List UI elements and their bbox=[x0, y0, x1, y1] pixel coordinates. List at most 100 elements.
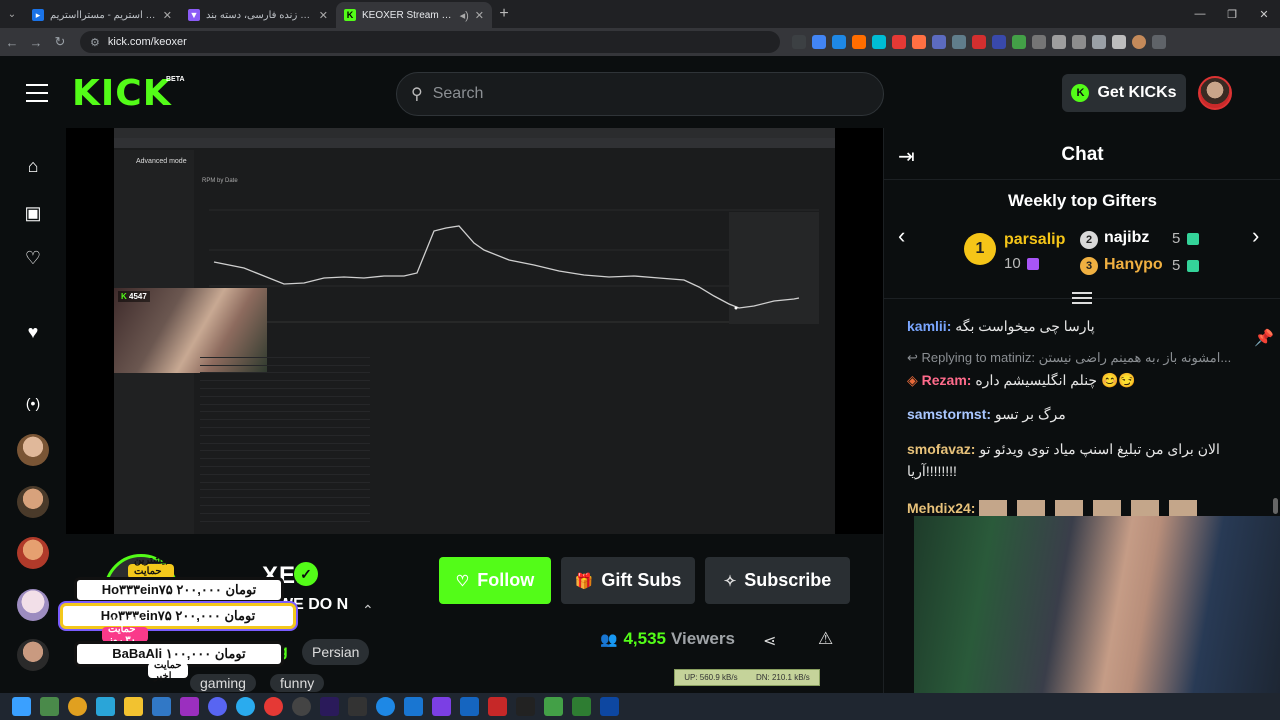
chat-username[interactable]: samstormst: bbox=[907, 406, 991, 422]
browser-tab[interactable]: ▸ سرویس ری استریم - مسترااستریم ✕ bbox=[24, 2, 180, 28]
extension-icon[interactable] bbox=[1012, 35, 1026, 49]
search-bar[interactable]: ⚲ bbox=[396, 72, 884, 116]
taskbar-app-icon[interactable] bbox=[96, 697, 115, 716]
extension-icon[interactable] bbox=[892, 35, 906, 49]
user-avatar[interactable] bbox=[1198, 76, 1232, 110]
close-window-icon[interactable]: ✕ bbox=[1248, 0, 1280, 28]
resize-handle-icon[interactable] bbox=[1072, 292, 1092, 307]
follow-button[interactable]: ♡ Follow bbox=[439, 557, 551, 604]
taskbar-app-icon[interactable] bbox=[180, 697, 199, 716]
chat-username[interactable]: smofavaz: bbox=[907, 441, 975, 457]
reload-icon[interactable]: ↻ bbox=[48, 34, 72, 50]
taskbar-app-icon[interactable] bbox=[544, 697, 563, 716]
taskbar-app-icon[interactable] bbox=[460, 697, 479, 716]
url-input[interactable]: ⚙ kick.com/keoxer bbox=[80, 31, 780, 53]
video-player[interactable]: Advanced mode RPM by Date K 4547 bbox=[66, 128, 883, 534]
tag-chip[interactable]: Persian bbox=[302, 639, 370, 665]
share-icon[interactable]: ⋖ bbox=[763, 631, 776, 651]
speaker-icon[interactable]: ◂) bbox=[460, 9, 469, 22]
chat-username[interactable]: kamlii: bbox=[907, 318, 951, 334]
extension-icon[interactable] bbox=[1112, 35, 1126, 49]
following-icon[interactable]: ♡ bbox=[22, 247, 44, 269]
chat-scrollbar[interactable] bbox=[1273, 498, 1278, 514]
home-icon[interactable]: ⌂ bbox=[22, 155, 44, 177]
subscribe-label: Subscribe bbox=[744, 570, 832, 590]
stream-video-frame[interactable]: Advanced mode RPM by Date K 4547 bbox=[114, 128, 835, 534]
get-kicks-label: Get KICKs bbox=[1097, 84, 1177, 101]
favorite-icon[interactable]: ♥ bbox=[22, 321, 44, 343]
extension-icon[interactable] bbox=[952, 35, 966, 49]
chevron-right-icon[interactable]: › bbox=[1252, 223, 1259, 249]
chat-username[interactable]: Mehdix24: bbox=[907, 500, 975, 516]
live-icon[interactable]: (•) bbox=[22, 392, 44, 414]
extension-icon[interactable] bbox=[812, 35, 826, 49]
taskbar-app-icon[interactable] bbox=[40, 697, 59, 716]
extension-icon[interactable] bbox=[792, 35, 806, 49]
gift-subs-button[interactable]: 🎁 Gift Subs bbox=[561, 557, 695, 604]
extension-icon[interactable] bbox=[932, 35, 946, 49]
extension-icon[interactable] bbox=[972, 35, 986, 49]
taskbar-app-icon[interactable] bbox=[488, 697, 507, 716]
browser-tab[interactable]: ▼ استریم های زنده فارسی، دسته بند ✕ bbox=[180, 2, 336, 28]
chat-username[interactable]: Rezam: bbox=[922, 372, 972, 388]
taskbar-app-icon[interactable] bbox=[404, 697, 423, 716]
channel-avatar[interactable] bbox=[17, 486, 49, 518]
extension-icon[interactable] bbox=[1052, 35, 1066, 49]
get-kicks-button[interactable]: K Get KICKs bbox=[1062, 74, 1186, 112]
close-icon[interactable]: ✕ bbox=[319, 9, 328, 22]
menu-icon[interactable] bbox=[1152, 35, 1166, 49]
extension-icon[interactable] bbox=[832, 35, 846, 49]
extension-icon[interactable] bbox=[912, 35, 926, 49]
chrome-icon[interactable] bbox=[68, 697, 87, 716]
taskbar-app-icon[interactable] bbox=[152, 697, 171, 716]
tab-search-icon[interactable]: ⌄ bbox=[0, 0, 24, 28]
back-icon[interactable]: ← bbox=[0, 35, 24, 50]
close-icon[interactable]: ✕ bbox=[163, 9, 172, 22]
premiere-icon[interactable] bbox=[320, 697, 339, 716]
channel-avatar[interactable] bbox=[17, 639, 49, 671]
taskbar-app-icon[interactable] bbox=[600, 697, 619, 716]
telegram-icon[interactable] bbox=[236, 697, 255, 716]
taskbar-app-icon[interactable] bbox=[432, 697, 451, 716]
menu-icon[interactable] bbox=[26, 84, 48, 108]
tag-chip[interactable]: funny bbox=[270, 674, 325, 692]
browser-tab-active[interactable]: K KEOXER Stream - Watch Li ◂) ✕ bbox=[336, 2, 492, 28]
site-info-icon[interactable]: ⚙ bbox=[90, 36, 100, 49]
discord-icon[interactable] bbox=[208, 697, 227, 716]
taskbar-app-icon[interactable] bbox=[376, 697, 395, 716]
browse-icon[interactable]: ▣ bbox=[22, 202, 44, 224]
terminal-icon[interactable] bbox=[348, 697, 367, 716]
taskbar-app-icon[interactable] bbox=[572, 697, 591, 716]
gifter-name[interactable]: parsalip bbox=[1004, 231, 1065, 249]
gifter-name[interactable]: Hanypo bbox=[1104, 256, 1163, 274]
gifter-name[interactable]: najibz bbox=[1104, 229, 1149, 247]
folder-icon[interactable] bbox=[124, 697, 143, 716]
extension-icon[interactable] bbox=[1072, 35, 1086, 49]
search-input[interactable] bbox=[432, 85, 640, 103]
taskbar-app-icon[interactable] bbox=[264, 697, 283, 716]
start-icon[interactable] bbox=[12, 697, 31, 716]
subscribe-button[interactable]: ✧ Subscribe bbox=[705, 557, 850, 604]
chevron-left-icon[interactable]: ‹ bbox=[898, 223, 905, 249]
minimize-icon[interactable]: — bbox=[1184, 0, 1216, 28]
channel-avatar[interactable] bbox=[17, 537, 49, 569]
extension-icon[interactable] bbox=[1032, 35, 1046, 49]
report-icon[interactable]: ⚠ bbox=[818, 629, 833, 649]
taskbar-app-icon[interactable] bbox=[516, 697, 535, 716]
profile-icon[interactable] bbox=[1132, 35, 1146, 49]
extension-icon[interactable] bbox=[992, 35, 1006, 49]
new-tab-button[interactable]: + bbox=[492, 5, 516, 23]
tag-chip[interactable]: gaming bbox=[190, 674, 256, 692]
channel-avatar[interactable] bbox=[17, 589, 49, 621]
close-icon[interactable]: ✕ bbox=[475, 9, 484, 22]
restore-icon[interactable]: ❐ bbox=[1216, 0, 1248, 28]
forward-icon[interactable]: → bbox=[24, 35, 48, 50]
extension-icon[interactable] bbox=[872, 35, 886, 49]
extension-icon[interactable] bbox=[1092, 35, 1106, 49]
obs-icon[interactable] bbox=[292, 697, 311, 716]
pin-icon[interactable]: 📌 bbox=[1254, 328, 1274, 348]
kick-logo[interactable]: KICK bbox=[72, 76, 172, 112]
channel-avatar[interactable] bbox=[17, 434, 49, 466]
chevron-up-icon[interactable]: ⌃ bbox=[362, 602, 374, 619]
extension-icon[interactable] bbox=[852, 35, 866, 49]
